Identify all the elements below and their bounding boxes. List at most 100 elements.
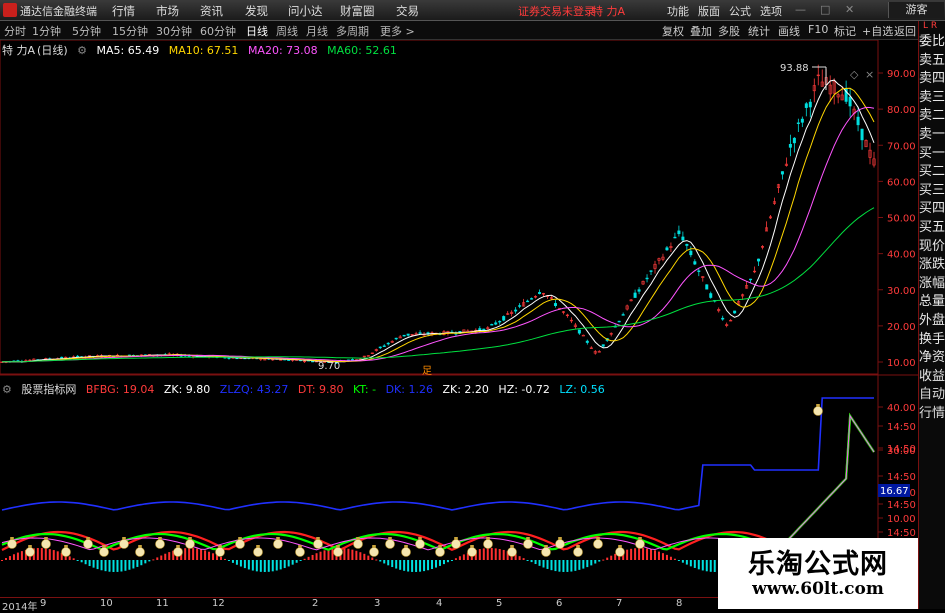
indicator-bar <box>550 560 553 571</box>
indicator-bar <box>570 560 573 572</box>
menu-banmian[interactable]: 版面 <box>698 3 720 19</box>
indicator-bar <box>431 560 434 570</box>
indicator-bar <box>403 560 406 571</box>
quote-panel-item[interactable]: 买五 <box>919 219 945 236</box>
quote-panel-item[interactable]: 自动 <box>919 386 945 403</box>
indicator-line <box>1 412 875 552</box>
indicator-bar <box>52 550 55 560</box>
tool-duogu[interactable]: 多股 <box>718 23 740 39</box>
tool-biaoji[interactable]: 标记 <box>834 23 856 39</box>
menu-faxian[interactable]: 发现 <box>245 3 268 19</box>
quote-panel-item[interactable]: 总量 <box>919 293 945 310</box>
indicator-bar <box>542 560 545 568</box>
quote-panel-item[interactable]: 卖二 <box>919 107 945 124</box>
indicator-line <box>1 414 875 551</box>
ind-param-dt: DT: 9.80 <box>297 383 344 396</box>
quote-panel-item[interactable]: 卖五 <box>919 52 945 69</box>
current-indicator-value: 16.67 <box>880 486 909 497</box>
period-daily[interactable]: 日线 <box>246 23 268 39</box>
indicator-bar <box>478 549 481 560</box>
candle-body <box>673 236 677 239</box>
quote-panel-item[interactable]: 现价 <box>919 238 945 255</box>
indicator-bar <box>442 560 445 565</box>
indicator-bar <box>657 551 660 560</box>
trade-login-status[interactable]: 证券交易未登录 <box>518 3 595 19</box>
price-tick-label: 90.00 <box>887 69 916 80</box>
indicator-name[interactable]: 股票指标网 <box>21 381 76 397</box>
quote-panel-item[interactable]: 换手 <box>919 331 945 348</box>
period-30min[interactable]: 30分钟 <box>156 23 192 39</box>
candle-body <box>709 293 713 298</box>
indicator-bar <box>56 551 59 560</box>
menu-hangqing[interactable]: 行情 <box>112 3 135 19</box>
menu-gongneng[interactable]: 功能 <box>667 3 689 19</box>
indicator-bar <box>311 554 314 560</box>
quote-panel-item[interactable]: 净资 <box>919 349 945 366</box>
period-monthly[interactable]: 月线 <box>306 23 328 39</box>
period-fenshi[interactable]: 分时 <box>4 23 26 39</box>
period-5min[interactable]: 5分钟 <box>72 23 101 39</box>
menu-gongshi[interactable]: 公式 <box>729 3 751 19</box>
quote-panel-item[interactable]: 买二 <box>919 163 945 180</box>
minimize-icon[interactable]: — <box>795 3 806 16</box>
quote-panel-item[interactable]: 买四 <box>919 200 945 217</box>
quote-panel-item[interactable]: 卖一 <box>919 126 945 143</box>
tool-tongji[interactable]: 统计 <box>748 23 770 39</box>
maximize-icon[interactable]: □ <box>820 3 830 16</box>
indicator-bar <box>685 560 688 565</box>
quote-side-panel: L R 委比卖五 卖四卖三 卖二卖一买一 买二买三 买四买五现价 涨跌涨幅 总量外盘换手 净资… <box>918 21 945 609</box>
quote-panel-item[interactable]: 委比 <box>919 33 945 50</box>
menu-caifuquan[interactable]: 财富圈 <box>340 3 375 19</box>
indicator-settings-icon[interactable]: ⚙ <box>2 383 12 396</box>
quote-panel-item[interactable]: 买一 <box>919 145 945 162</box>
tool-back[interactable]: 返回 <box>894 23 916 39</box>
candle-body <box>518 305 522 307</box>
period-15min[interactable]: 15分钟 <box>112 23 148 39</box>
period-weekly[interactable]: 周线 <box>276 23 298 39</box>
period-multi[interactable]: 多周期 <box>336 23 369 39</box>
tool-add-watchlist[interactable]: +自选 <box>862 23 893 39</box>
ind-param-zk: ZK: 9.80 <box>163 383 211 396</box>
tool-diejia[interactable]: 叠加 <box>690 23 712 39</box>
quote-panel-item[interactable]: 卖四 <box>919 70 945 87</box>
menu-wenxiaoda[interactable]: 问小达 <box>288 3 323 19</box>
indicator-bar <box>490 548 493 560</box>
indicator-bar <box>188 548 191 560</box>
indicator-bar <box>630 548 633 560</box>
quote-panel-item[interactable]: 涨跌 <box>919 256 945 273</box>
indicator-bar <box>578 560 581 570</box>
app-logo-icon <box>3 3 17 17</box>
tool-huaxian[interactable]: 画线 <box>778 23 800 39</box>
menu-zixun[interactable]: 资讯 <box>200 3 223 19</box>
period-1min[interactable]: 1分钟 <box>32 23 61 39</box>
panel-toggle[interactable]: L R <box>923 21 937 31</box>
quote-panel-item[interactable]: 卖三 <box>919 89 945 106</box>
candle-body <box>856 116 860 126</box>
tool-fuquan[interactable]: 复权 <box>662 23 684 39</box>
quote-panel-item[interactable]: 涨幅 <box>919 275 945 292</box>
indicator-bar <box>446 560 449 563</box>
indicator-bar <box>116 560 119 572</box>
quote-panel-item[interactable]: 买三 <box>919 182 945 199</box>
settings-icon[interactable]: ⚙ <box>77 44 87 57</box>
tool-f10[interactable]: F10 <box>808 23 828 36</box>
period-more[interactable]: 更多 > <box>380 23 415 39</box>
indicator-bar <box>120 560 123 572</box>
quote-panel-item[interactable]: 行情 <box>919 405 945 422</box>
indicator-bar <box>299 560 302 561</box>
menu-xuanxiang[interactable]: 选项 <box>760 3 782 19</box>
menu-jiaoyi[interactable]: 交易 <box>396 3 419 19</box>
menu-shichang[interactable]: 市场 <box>156 3 179 19</box>
indicator-bar <box>76 560 79 561</box>
money-bag-icon <box>507 545 517 557</box>
indicator-bar <box>530 560 533 563</box>
quote-panel-item[interactable]: 收益 <box>919 368 945 385</box>
close-icon[interactable]: ✕ <box>845 3 854 16</box>
guest-button[interactable]: 游客 <box>888 2 944 18</box>
quote-panel-item[interactable]: 外盘 <box>919 312 945 329</box>
money-bag-icon <box>593 537 603 549</box>
time-label: 7 <box>616 598 623 609</box>
period-60min[interactable]: 60分钟 <box>200 23 236 39</box>
chart-area[interactable]: 90.00 80.00 70.00 60.00 50.00 40.00 30.00 20.00… <box>0 40 918 597</box>
money-bag-icon <box>295 545 305 557</box>
